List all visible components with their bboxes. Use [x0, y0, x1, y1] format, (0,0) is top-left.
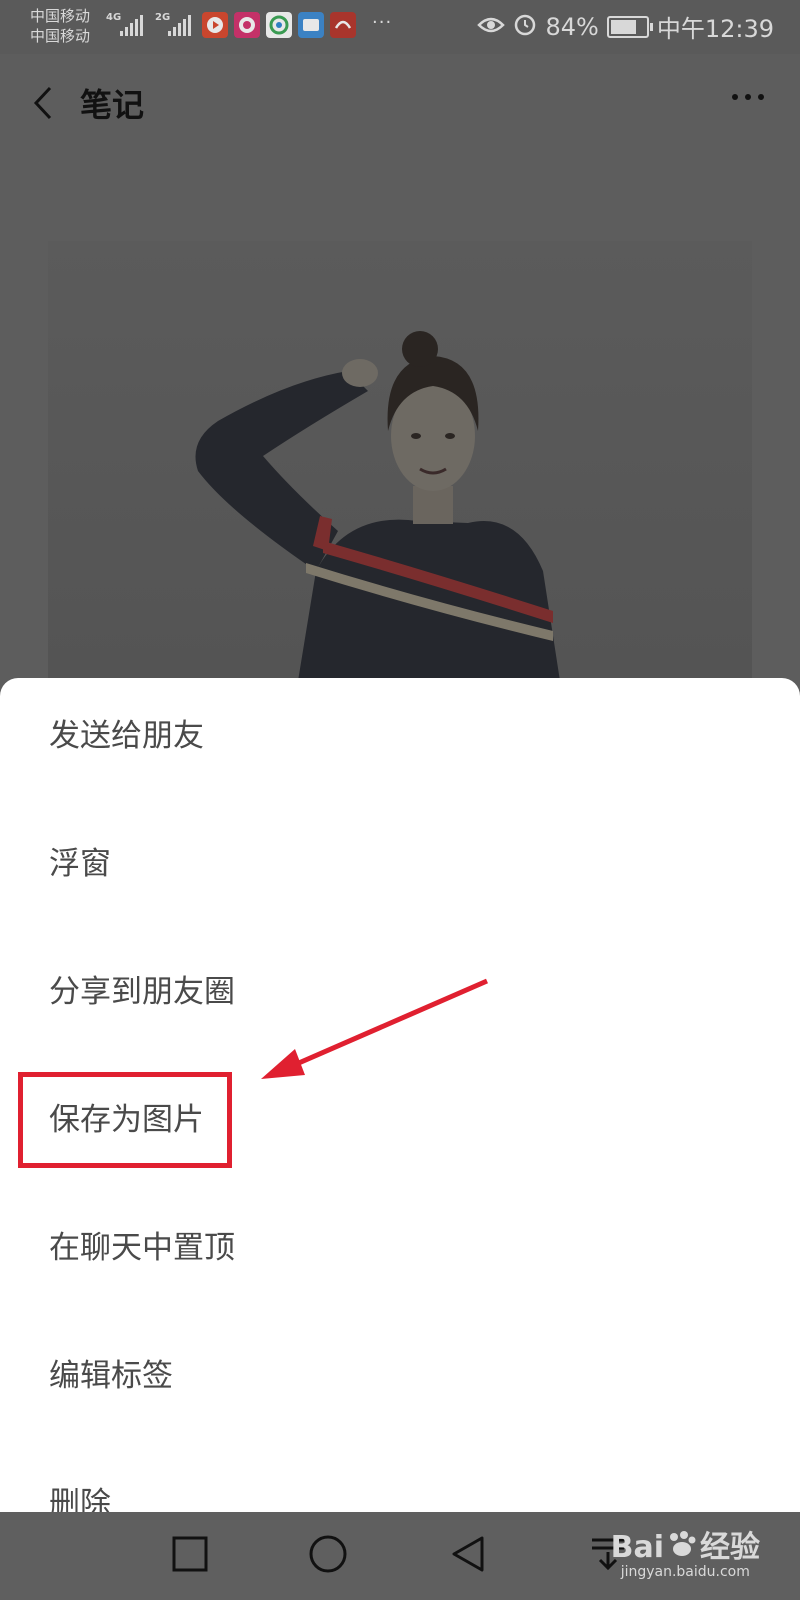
home-button[interactable] — [308, 1534, 348, 1578]
watermark-brand-suffix: 经验 — [700, 1530, 760, 1565]
eye-comfort-icon — [477, 13, 506, 41]
carrier-labels: 中国移动 中国移动 — [30, 6, 90, 46]
share-to-moments-option[interactable]: 分享到朋友圈 — [49, 966, 235, 1011]
watermark-url: jingyan.baidu.com — [620, 1564, 750, 1580]
music-app-icon — [234, 12, 260, 38]
pin-in-chat-option[interactable]: 在聊天中置顶 — [49, 1222, 235, 1267]
person-photo-illustration — [195, 331, 560, 681]
paw-icon — [670, 1531, 696, 1556]
news-app-icon — [330, 12, 356, 38]
notes-app-icon — [298, 12, 324, 38]
carrier-2: 中国移动 — [30, 27, 91, 45]
signal-1-icon — [120, 14, 143, 36]
back-icon[interactable] — [28, 86, 62, 120]
send-to-friend-option[interactable]: 发送给朋友 — [49, 710, 204, 755]
floating-window-option[interactable]: 浮窗 — [49, 838, 111, 883]
annotation-arrow-icon — [261, 978, 488, 1079]
alarm-icon — [513, 12, 537, 42]
navigation-bar: Bai 经验 jingyan.baidu.com — [0, 1512, 800, 1600]
action-sheet: 发送给朋友 浮窗 分享到朋友圈 保存为图片 在聊天中置顶 编辑标签 删除 — [0, 678, 800, 1512]
signal-2-icon — [168, 14, 191, 36]
network-type-1: 4G — [106, 12, 122, 23]
delete-option[interactable]: 删除 — [49, 1478, 111, 1512]
recents-button[interactable] — [170, 1534, 210, 1578]
back-button[interactable] — [448, 1534, 488, 1578]
carrier-1: 中国移动 — [30, 7, 91, 25]
browser-app-icon — [266, 12, 292, 38]
notification-overflow: ··· — [372, 12, 393, 33]
status-bar: 中国移动 中国移动 4G 2G ··· 84% 中午12:39 — [0, 0, 800, 54]
edit-tags-option[interactable]: 编辑标签 — [49, 1350, 173, 1395]
status-right: 84% 中午12:39 — [477, 9, 774, 44]
highlight-box — [18, 1072, 232, 1168]
clock: 中午12:39 — [656, 15, 774, 43]
battery-percent: 84% — [545, 12, 599, 41]
video-app-icon — [202, 12, 228, 38]
battery-icon — [606, 15, 653, 38]
battery-fill — [610, 19, 637, 34]
title-bar: 笔记 — [0, 54, 800, 150]
page-title: 笔记 — [80, 86, 145, 124]
note-photo — [48, 241, 752, 681]
baidu-watermark: Bai 经验 jingyan.baidu.com — [611, 1522, 760, 1580]
more-options-icon[interactable] — [732, 94, 764, 100]
watermark-brand: Bai — [610, 1530, 664, 1565]
